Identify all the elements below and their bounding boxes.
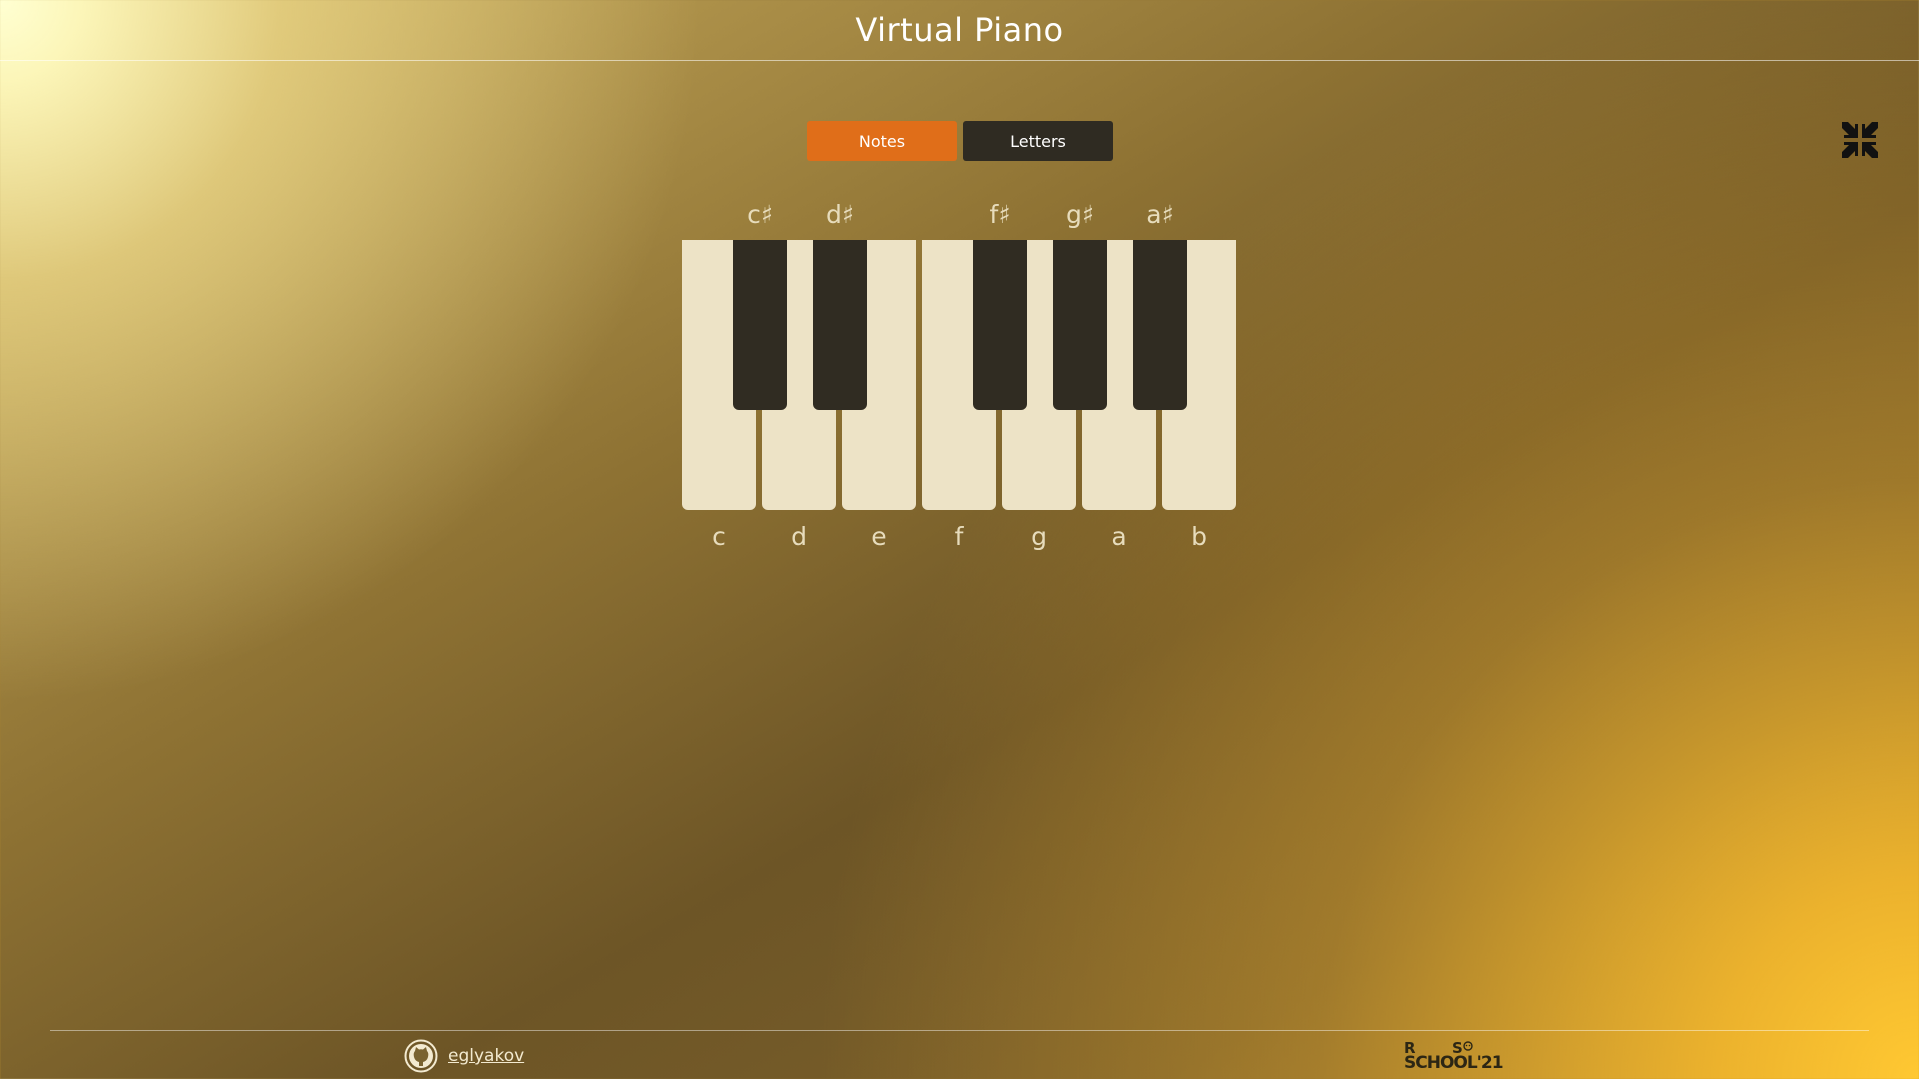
footer: eglyakov R S SCHOOL'21 <box>50 1030 1869 1079</box>
notes-button[interactable]: Notes <box>807 121 957 161</box>
key-label-a-sharp: a♯ <box>1146 200 1174 229</box>
piano-key-f-sharp[interactable] <box>973 240 1027 410</box>
piano-key-c-sharp[interactable] <box>733 240 787 410</box>
key-label-f-sharp: f♯ <box>989 200 1011 229</box>
piano-key-a-sharp[interactable] <box>1133 240 1187 410</box>
piano-key-g-sharp[interactable] <box>1053 240 1107 410</box>
key-label-c: c <box>712 522 726 551</box>
key-label-g-sharp: g♯ <box>1066 200 1094 229</box>
piano-key-d-sharp[interactable] <box>813 240 867 410</box>
logo-school-text: SCHOOL'21 <box>1404 1053 1504 1073</box>
key-label-d-sharp: d♯ <box>826 200 854 229</box>
header: Virtual Piano <box>0 0 1919 61</box>
key-label-d: d <box>791 522 807 551</box>
key-label-e: e <box>871 522 887 551</box>
github-icon[interactable] <box>404 1039 438 1073</box>
exit-fullscreen-icon <box>1842 122 1878 158</box>
page-title: Virtual Piano <box>855 11 1064 49</box>
fullscreen-button[interactable] <box>1840 120 1880 160</box>
key-label-b: b <box>1191 522 1207 551</box>
key-label-c-sharp: c♯ <box>747 200 773 229</box>
key-label-g: g <box>1031 522 1047 551</box>
piano: c♯ d♯ f♯ g♯ a♯ c d e f g a b <box>682 200 1242 560</box>
github-user-link[interactable]: eglyakov <box>448 1046 524 1066</box>
cat-icon <box>1463 1041 1473 1051</box>
github-link-group: eglyakov <box>404 1039 524 1073</box>
rs-school-logo[interactable]: R S SCHOOL'21 <box>1404 1039 1520 1073</box>
key-label-f: f <box>954 522 964 551</box>
mode-toggle: Notes Letters <box>807 121 1113 161</box>
letters-button[interactable]: Letters <box>963 121 1113 161</box>
key-label-a: a <box>1111 522 1127 551</box>
